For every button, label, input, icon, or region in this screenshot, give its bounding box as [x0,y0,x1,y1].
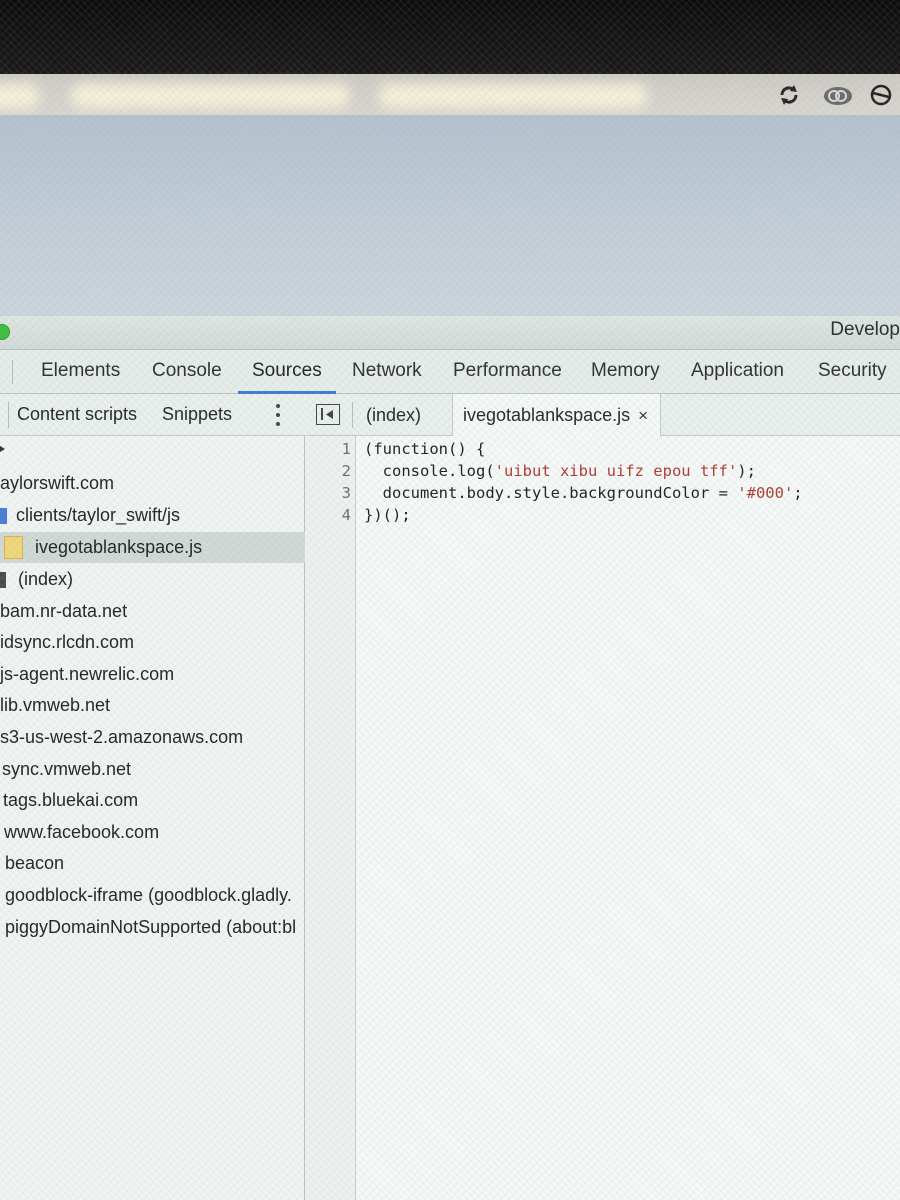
code-line[interactable]: (function() { [364,438,485,460]
code-text: ; [793,484,803,502]
maximize-button[interactable] [0,324,10,340]
window-title: Develop [830,319,900,340]
devtools-window: Develop Elements Console Sources Network… [0,316,900,1200]
tree-item-label: (index) [18,569,74,589]
tree-item-label: js-agent.newrelic.com [0,664,175,684]
tree-item-frame[interactable]: piggyDomainNotSupported (about:bl [0,912,305,943]
screen-glare [70,84,350,108]
code-editor: (index) ivegotablankspace.js × 1 2 3 4 (f… [306,394,900,1200]
tree-item-label: lib.vmweb.net [0,695,111,715]
tab-performance[interactable]: Performance [453,350,562,394]
file-tree: aylorswift.com clients/taylor_swift/js i… [0,436,305,1200]
tree-item-domain[interactable]: aylorswift.com [0,468,305,499]
tree-item-domain[interactable]: js-agent.newrelic.com [0,659,305,690]
line-number[interactable]: 4 [311,504,351,526]
line-number-gutter: 1 2 3 4 [306,436,356,1200]
web-page-viewport [0,116,900,316]
code-text: })(); [364,506,411,524]
line-number[interactable]: 2 [311,460,351,482]
tree-item-file-selected[interactable]: ivegotablankspace.js [0,532,305,563]
editor-tab-index[interactable]: (index) [366,394,421,436]
code-text: console.log( [364,462,495,480]
screen-glare [0,84,40,108]
devtools-tabbar: Elements Console Sources Network Perform… [0,350,900,394]
line-number[interactable]: 3 [311,482,351,504]
tree-item-label: aylorswift.com [0,473,115,493]
tab-console[interactable]: Console [152,350,222,394]
code-string: '#000' [737,484,794,502]
tree-item-label: tags.bluekai.com [3,790,139,810]
sources-navigator: Content scripts Snippets aylorswift.com … [0,394,305,1200]
tree-item-domain[interactable]: idsync.rlcdn.com [0,627,305,658]
expand-arrow-icon[interactable] [0,444,5,454]
tree-item-domain[interactable]: s3-us-west-2.amazonaws.com [0,722,305,753]
code-line[interactable]: console.log('uibut xibu uifz epou tff'); [364,460,756,482]
tab-network[interactable]: Network [352,350,422,394]
editor-tabbar: (index) ivegotablankspace.js × [306,394,900,436]
tree-item-domain[interactable]: beacon [0,848,305,879]
tree-item-label: piggyDomainNotSupported (about:bl [5,917,297,937]
tree-item-domain[interactable]: lib.vmweb.net [0,690,305,721]
creative-cloud-icon[interactable] [822,82,854,108]
reload-icon[interactable] [776,82,802,108]
tree-item-domain[interactable]: tags.bluekai.com [0,785,305,816]
toolbar-divider [352,402,353,428]
editor-tab-label: ivegotablankspace.js [463,405,631,425]
navigator-toolbar: Content scripts Snippets [0,394,305,436]
tab-memory[interactable]: Memory [591,350,660,394]
folder-icon [0,508,7,524]
tab-elements[interactable]: Elements [41,350,120,394]
tab-snippets[interactable]: Snippets [162,404,232,425]
screen-glare [378,84,648,108]
editor-tab-active[interactable]: ivegotablankspace.js × [452,394,662,437]
tree-item-label: bam.nr-data.net [0,601,128,621]
tab-sources[interactable]: Sources [238,350,336,394]
code-text: ); [737,462,756,480]
tree-item-frame[interactable]: goodblock-iframe (goodblock.gladly. [0,880,305,911]
toggle-navigator-icon[interactable] [316,404,340,425]
code-string: 'uibut xibu uifz epou tff' [494,462,738,480]
tree-item-folder[interactable]: clients/taylor_swift/js [0,500,305,531]
tree-item-domain[interactable]: sync.vmweb.net [0,754,305,785]
tree-item-label: ivegotablankspace.js [35,537,203,557]
devtools-titlebar: Develop [0,316,900,350]
screen-bezel [0,0,900,78]
tree-item-index[interactable]: (index) [0,564,305,595]
more-options-icon[interactable] [268,402,288,428]
code-line[interactable]: document.body.style.backgroundColor = '#… [364,482,803,504]
browser-toolbar [0,74,900,116]
tree-item-label: idsync.rlcdn.com [0,632,135,652]
tab-security[interactable]: Security [818,350,887,394]
tab-content-scripts[interactable]: Content scripts [17,404,137,425]
code-line[interactable]: })(); [364,504,411,526]
tree-item-label: www.facebook.com [4,822,160,842]
tab-application[interactable]: Application [691,350,784,394]
line-number[interactable]: 1 [311,438,351,460]
code-text: document.body.style.backgroundColor = [364,484,738,502]
tree-item-domain[interactable]: bam.nr-data.net [0,596,305,627]
js-file-icon [4,536,23,559]
document-icon [0,572,6,588]
tree-item-label: clients/taylor_swift/js [16,505,181,525]
tree-item-label: goodblock-iframe (goodblock.gladly. [5,885,292,905]
tree-item-domain[interactable]: www.facebook.com [0,817,305,848]
tab-divider [12,360,13,384]
block-icon[interactable] [868,82,894,108]
tree-item-label: s3-us-west-2.amazonaws.com [0,727,244,747]
close-icon[interactable]: × [638,395,648,437]
tree-item-label: sync.vmweb.net [2,759,132,779]
toolbar-divider [8,402,9,428]
code-text: (function() { [364,440,486,458]
tree-item-label: beacon [5,853,65,873]
